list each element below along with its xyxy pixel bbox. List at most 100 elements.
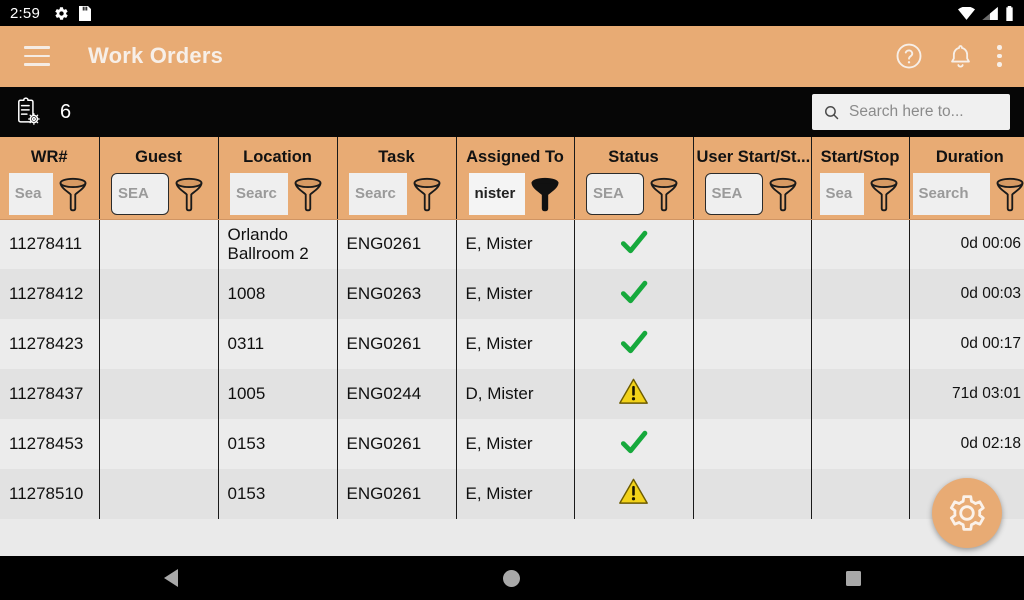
search-input[interactable]: Search here to...	[812, 94, 1010, 130]
filter-funnel-icon-guest[interactable]	[172, 174, 206, 214]
cell-status	[574, 419, 694, 469]
home-button[interactable]	[452, 569, 572, 587]
column-header-wr[interactable]: WR# Sea	[0, 137, 100, 220]
cell-assigned-to: E, Mister	[456, 219, 575, 269]
gear-icon	[55, 6, 68, 20]
cell-task: ENG0261	[337, 419, 457, 469]
column-filter-input-task[interactable]: Searc	[349, 172, 407, 215]
column-header-duration[interactable]: Duration Search	[909, 137, 1024, 220]
column-filter-input-wr[interactable]: Sea	[8, 172, 53, 215]
hamburger-menu-icon[interactable]	[24, 46, 50, 66]
cell-task: ENG0261	[337, 469, 457, 519]
cell-assigned-to: D, Mister	[456, 369, 575, 419]
cell-user-start-stop	[693, 419, 812, 469]
cell-guest	[99, 369, 219, 419]
column-filter-input-location[interactable]: Searc	[230, 172, 288, 215]
column-label-start-stop: Start/Stop	[820, 147, 900, 166]
work-orders-table-container[interactable]: WR# Sea Guest SEA Location Searc Task Se…	[0, 137, 1024, 557]
check-icon	[620, 330, 647, 353]
clipboard-settings-icon[interactable]	[14, 97, 42, 127]
cell-wr: 11278453	[0, 419, 100, 469]
cell-duration: 0d 00:03	[909, 269, 1024, 319]
table-row[interactable]: 11278412 1008 ENG0263 E, Mister 0d 00:03	[0, 269, 1024, 319]
notifications-bell-icon[interactable]	[946, 42, 975, 71]
search-icon	[825, 105, 839, 119]
column-filter-input-status[interactable]: SEA	[586, 172, 644, 215]
column-filter-text-user-start-stop: SEA	[711, 185, 743, 203]
app-bar: Work Orders	[0, 26, 1024, 86]
cell-user-start-stop	[693, 369, 812, 419]
filter-funnel-icon-user-start-stop[interactable]	[766, 174, 800, 214]
app-bar-actions	[894, 41, 1002, 71]
list-toolbar: 6 Search here to...	[0, 86, 1024, 137]
column-header-task[interactable]: Task Searc	[337, 137, 457, 220]
column-filter-input-guest[interactable]: SEA	[111, 172, 169, 215]
cell-start-stop	[811, 369, 910, 419]
home-icon	[503, 569, 521, 587]
column-filter-input-user-start-stop[interactable]: SEA	[704, 172, 763, 215]
column-header-guest[interactable]: Guest SEA	[99, 137, 219, 220]
column-filter-input-duration[interactable]: Search	[912, 172, 990, 215]
help-icon[interactable]	[894, 41, 924, 71]
filter-funnel-icon-location[interactable]	[291, 174, 325, 214]
wifi-icon	[958, 6, 975, 20]
app-screen: 2:59 Work Orders 6 Search here to... WR#…	[0, 0, 1024, 600]
cell-user-start-stop	[693, 469, 812, 519]
battery-icon	[1006, 5, 1013, 21]
table-row[interactable]: 11278411 Orlando Ballroom 2 ENG0261 E, M…	[0, 219, 1024, 269]
column-header-start-stop[interactable]: Start/Stop Sea	[811, 137, 910, 220]
cell-start-stop	[811, 319, 910, 369]
column-filter-input-start-stop[interactable]: Sea	[819, 172, 864, 215]
cell-start-stop	[811, 269, 910, 319]
cell-wr: 11278510	[0, 469, 100, 519]
column-header-location[interactable]: Location Searc	[218, 137, 338, 220]
cell-task: ENG0263	[337, 269, 457, 319]
filter-funnel-icon-task[interactable]	[410, 174, 444, 214]
column-label-location: Location	[243, 147, 312, 166]
search-input-placeholder: Search here to...	[849, 103, 964, 120]
warning-icon	[619, 378, 648, 404]
filter-funnel-icon-wr[interactable]	[56, 174, 90, 214]
cell-status	[574, 219, 694, 269]
filter-funnel-icon-duration[interactable]	[993, 174, 1024, 214]
table-row[interactable]: 11278510 0153 ENG0261 E, Mister	[0, 469, 1024, 519]
cell-signal-icon	[982, 6, 998, 20]
filter-funnel-icon-assigned-to[interactable]	[528, 174, 562, 214]
cell-guest	[99, 269, 219, 319]
filter-funnel-icon-start-stop[interactable]	[867, 174, 901, 214]
cell-wr: 11278412	[0, 269, 100, 319]
table-row[interactable]: 11278437 1005 ENG0244 D, Mister 71d 03:0…	[0, 369, 1024, 419]
overflow-menu-icon[interactable]	[997, 45, 1002, 67]
android-navigation-bar	[0, 556, 1024, 600]
column-filter-input-assigned-to[interactable]: nister	[468, 172, 525, 215]
column-filter-text-status: SEA	[593, 185, 624, 203]
recents-icon	[845, 570, 861, 586]
column-filter-text-duration: Search	[918, 185, 969, 203]
table-row[interactable]: 11278423 0311 ENG0261 E, Mister 0d 00:17	[0, 319, 1024, 369]
column-header-assigned-to[interactable]: Assigned To nister	[456, 137, 575, 220]
settings-fab-button[interactable]	[932, 478, 1002, 548]
recents-button[interactable]	[793, 570, 913, 586]
back-button[interactable]	[111, 569, 231, 587]
cell-start-stop	[811, 419, 910, 469]
cell-wr: 11278437	[0, 369, 100, 419]
cell-duration: 0d 00:06	[909, 219, 1024, 269]
status-bar-right-icons	[958, 5, 1014, 21]
cell-location: 0153	[218, 469, 338, 519]
cell-user-start-stop	[693, 269, 812, 319]
back-icon	[163, 569, 178, 587]
cell-status	[574, 269, 694, 319]
table-header: WR# Sea Guest SEA Location Searc Task Se…	[0, 137, 1024, 220]
column-label-task: Task	[378, 147, 415, 166]
filter-funnel-icon-status[interactable]	[647, 174, 681, 214]
cell-guest	[99, 319, 219, 369]
cell-duration: 0d 02:18	[909, 419, 1024, 469]
column-header-user-start-stop[interactable]: User Start/St... SEA	[693, 137, 812, 220]
cell-user-start-stop	[693, 219, 812, 269]
cell-guest	[99, 469, 219, 519]
table-row[interactable]: 11278453 0153 ENG0261 E, Mister 0d 02:18	[0, 419, 1024, 469]
column-header-status[interactable]: Status SEA	[574, 137, 694, 220]
work-order-count: 6	[60, 100, 72, 123]
check-icon	[620, 230, 647, 253]
cell-start-stop	[811, 219, 910, 269]
